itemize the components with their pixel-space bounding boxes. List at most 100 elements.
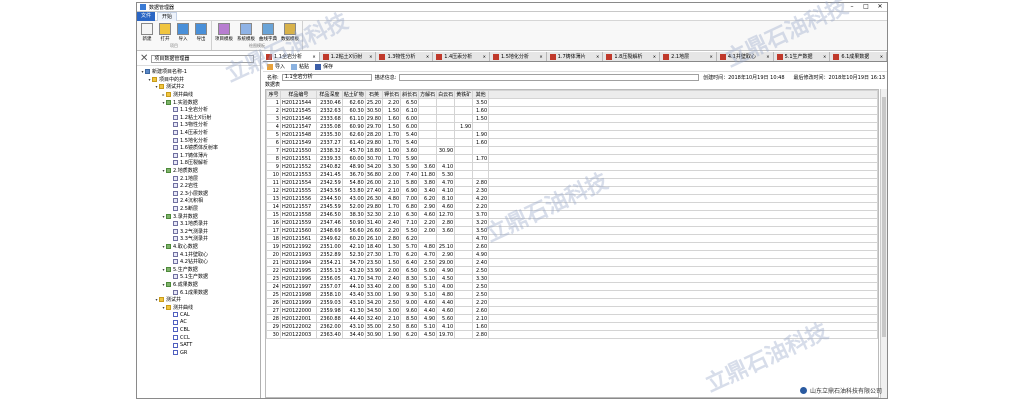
table-cell[interactable]: 60.00 <box>341 154 366 163</box>
table-cell[interactable] <box>436 106 456 115</box>
tree-node[interactable]: ▸ 测井曲线 <box>137 91 260 99</box>
table-cell[interactable]: 2.40 <box>472 258 490 267</box>
table-cell[interactable] <box>454 114 474 123</box>
tree-node[interactable]: ▾ 新建项目名称-1 <box>137 68 260 76</box>
table-cell[interactable]: 2330.46 <box>315 98 343 107</box>
table-cell[interactable]: 6.20 <box>400 234 420 243</box>
table-cell[interactable]: 32.30 <box>364 210 384 219</box>
table-row[interactable]: 4 H20121547 2335.08 60.90 29.70 1.50 6.00 1.90 <box>266 122 878 131</box>
table-cell[interactable] <box>454 306 474 315</box>
table-cell[interactable] <box>454 250 474 259</box>
table-row[interactable]: 8 H20121551 2339.33 60.00 30.70 1.70 5.90 1.70 <box>266 154 878 163</box>
table-cell[interactable]: 1.50 <box>382 122 402 131</box>
table-cell[interactable]: 7.40 <box>400 170 420 179</box>
table-cell[interactable]: 5.10 <box>418 274 438 283</box>
tree-node[interactable]: ▾ 测井曲线 <box>137 303 260 311</box>
table-row[interactable]: 2 H20121545 2332.63 60.30 30.50 1.50 6.10 1.60 <box>266 106 878 115</box>
maximize-icon[interactable]: □ <box>859 3 873 11</box>
table-cell[interactable]: 43.00 <box>341 194 366 203</box>
table-cell[interactable] <box>436 138 456 147</box>
table-cell[interactable]: 2352.89 <box>315 250 343 259</box>
table-cell[interactable]: 2332.63 <box>315 106 343 115</box>
table-cell[interactable]: 2.00 <box>382 282 402 291</box>
column-header[interactable]: 黄铁矿 <box>454 90 474 99</box>
table-cell[interactable]: 2.10 <box>382 186 402 195</box>
table-cell[interactable]: 25.10 <box>436 242 456 251</box>
table-cell[interactable]: 4.80 <box>436 290 456 299</box>
table-cell[interactable]: 6 <box>266 138 281 147</box>
table-cell[interactable]: 41.30 <box>341 306 366 315</box>
table-cell[interactable]: H20121549 <box>279 138 317 147</box>
table-cell[interactable]: 1.90 <box>382 330 402 339</box>
table-cell[interactable]: 1.30 <box>382 242 402 251</box>
table-cell[interactable]: 25 <box>266 290 281 299</box>
document-tab[interactable]: 1.1全岩分析 ✕ <box>263 52 320 61</box>
document-tab[interactable]: 1.8压裂解析 ✕ <box>603 52 661 61</box>
table-cell[interactable]: 1.60 <box>472 138 490 147</box>
table-cell[interactable]: 26 <box>266 298 281 307</box>
table-cell[interactable]: 24 <box>266 282 281 291</box>
tree-node[interactable]: 3.3气测录井 <box>137 235 260 243</box>
table-cell[interactable]: 2.50 <box>472 266 490 275</box>
table-cell[interactable]: 2.50 <box>472 290 490 299</box>
column-header[interactable]: 斜长石 <box>400 90 420 99</box>
table-cell[interactable]: H20121551 <box>279 154 317 163</box>
table-cell[interactable]: 26.30 <box>364 194 384 203</box>
table-cell[interactable]: H20121548 <box>279 130 317 139</box>
paste-button[interactable]: 粘贴 <box>291 63 309 70</box>
table-cell[interactable] <box>454 314 474 323</box>
ribbon-button[interactable]: 项目模板 <box>214 22 234 43</box>
ribbon-button[interactable]: 打开 <box>157 22 173 43</box>
table-cell[interactable] <box>454 282 474 291</box>
table-row[interactable]: 12 H20121555 2343.56 53.80 27.40 2.10 6.90 3.40… <box>266 186 878 195</box>
table-cell[interactable]: 43.20 <box>341 266 366 275</box>
table-cell[interactable]: 29.80 <box>364 202 384 211</box>
column-header[interactable]: 方解石 <box>418 90 438 99</box>
column-header[interactable]: 序号 <box>266 90 281 99</box>
table-row[interactable]: 7 H20121550 2338.32 45.70 18.80 1.00 3.60 30.90 <box>266 146 878 155</box>
tree-node[interactable]: ▾ 1.实验数据 <box>137 98 260 106</box>
table-cell[interactable]: 2.60 <box>472 242 490 251</box>
table-row[interactable]: 29 H20122002 2362.00 43.10 35.00 2.50 8.60 5.10… <box>266 322 878 331</box>
table-cell[interactable]: 36.80 <box>364 170 384 179</box>
tree-node[interactable]: 2.4沉积相 <box>137 197 260 205</box>
table-cell[interactable] <box>472 170 490 179</box>
table-cell[interactable]: 2.40 <box>382 218 402 227</box>
tree-node[interactable]: 1.6镜质体反射率 <box>137 144 260 152</box>
tree-node[interactable]: 6.1成果数据 <box>137 288 260 296</box>
table-cell[interactable]: 4.90 <box>436 266 456 275</box>
table-cell[interactable]: 5.40 <box>400 138 420 147</box>
table-cell[interactable]: 5.90 <box>400 162 420 171</box>
document-tab[interactable]: 4.1井壁取心 ✕ <box>717 52 774 61</box>
tree-node[interactable]: ▾ 2.地质数据 <box>137 167 260 175</box>
table-cell[interactable]: 2359.98 <box>315 306 343 315</box>
table-cell[interactable]: 7 <box>266 146 281 155</box>
table-cell[interactable]: 6.00 <box>400 122 420 131</box>
table-cell[interactable]: 6.50 <box>400 266 420 275</box>
table-cell[interactable]: 6.80 <box>400 202 420 211</box>
table-cell[interactable] <box>418 138 438 147</box>
table-cell[interactable]: H20121557 <box>279 202 317 211</box>
column-header[interactable]: 其他 <box>472 90 490 99</box>
table-cell[interactable]: 1.60 <box>472 322 490 331</box>
table-cell[interactable]: H20121997 <box>279 282 317 291</box>
table-cell[interactable]: H20121546 <box>279 114 317 123</box>
table-row[interactable]: 25 H20121998 2358.10 43.40 33.00 1.90 9.30 5.10… <box>266 290 878 299</box>
tree-node[interactable]: ▾ 6.成果数据 <box>137 281 260 289</box>
table-cell[interactable]: 6.20 <box>418 194 438 203</box>
tree-node[interactable]: 2.3小层数据 <box>137 190 260 198</box>
table-cell[interactable]: 52.00 <box>341 202 366 211</box>
table-cell[interactable]: 4.80 <box>418 242 438 251</box>
table-cell[interactable]: 2.10 <box>382 210 402 219</box>
table-row[interactable]: 10 H20121553 2341.45 36.70 36.80 2.00 7.40 11.8… <box>266 170 878 179</box>
table-cell[interactable]: 2359.03 <box>315 298 343 307</box>
table-cell[interactable]: 30.90 <box>364 330 384 339</box>
tab-close-icon[interactable]: ✕ <box>424 54 429 59</box>
tab-close-icon[interactable]: ✕ <box>481 54 486 59</box>
table-cell[interactable]: 3.70 <box>472 210 490 219</box>
table-cell[interactable] <box>454 322 474 331</box>
tab-close-icon[interactable]: ✕ <box>594 54 599 59</box>
table-cell[interactable]: 2.00 <box>382 170 402 179</box>
table-cell[interactable]: 2349.62 <box>315 234 343 243</box>
table-cell[interactable]: 2.80 <box>382 234 402 243</box>
